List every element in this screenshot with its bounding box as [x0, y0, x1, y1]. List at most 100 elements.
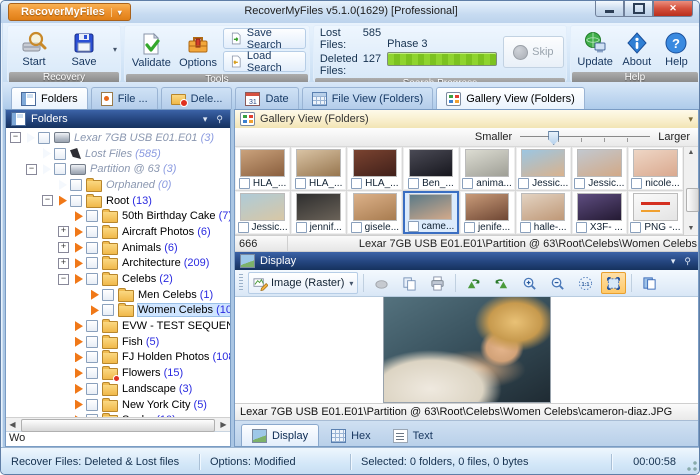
checkbox[interactable] [239, 178, 250, 189]
tree-item[interactable]: New York City (5) [6, 397, 230, 413]
checkbox[interactable] [520, 222, 531, 233]
tab-folders[interactable]: Folders [11, 87, 88, 109]
gallery-item[interactable]: Jessic... [516, 147, 571, 190]
tab-deleted[interactable]: Dele... [161, 87, 233, 109]
export-button[interactable] [369, 272, 394, 294]
help-button[interactable]: ? Help [657, 27, 696, 71]
tree-item[interactable]: Flowers (15) [6, 365, 230, 381]
expand-icon[interactable]: + [58, 226, 69, 237]
expand-icon[interactable]: + [58, 242, 69, 253]
scroll-up-icon[interactable]: ▲ [688, 147, 695, 159]
minimize-button[interactable] [595, 1, 624, 17]
thumbnail-size-slider[interactable] [520, 131, 650, 143]
gallery-item[interactable]: X3F- ... [572, 191, 627, 234]
fit-to-window-button[interactable] [601, 272, 626, 294]
save-button[interactable]: Save [57, 27, 111, 71]
tab-text[interactable]: Text [383, 425, 443, 446]
pin-icon[interactable]: ⚲ [682, 256, 693, 267]
tab-display[interactable]: Display [241, 424, 319, 446]
save-search-button[interactable]: Save Search [223, 28, 305, 49]
checkbox[interactable] [70, 179, 82, 191]
tree-item[interactable]: −Partition @ 63 (3) [6, 161, 230, 177]
gallery-item[interactable]: halle-... [516, 191, 571, 234]
copy-display-button[interactable] [637, 272, 662, 294]
checkbox[interactable] [86, 210, 98, 222]
gallery-item[interactable]: came... [403, 191, 458, 234]
checkbox[interactable] [86, 399, 98, 411]
checkbox[interactable] [86, 242, 98, 254]
skip-button[interactable]: Skip [503, 36, 563, 68]
chevron-down-icon[interactable]: ▾ [201, 114, 210, 125]
close-button[interactable]: ✕ [653, 1, 693, 17]
gallery-item[interactable]: Jessic... [235, 191, 290, 234]
checkbox[interactable] [86, 367, 98, 379]
slider-thumb[interactable] [548, 131, 559, 145]
tree-item[interactable]: Fish (5) [6, 334, 230, 350]
checkbox[interactable] [238, 222, 249, 233]
checkbox[interactable] [351, 178, 362, 189]
zoom-out-button[interactable] [545, 272, 570, 294]
checkbox[interactable] [576, 222, 587, 233]
gallery-vertical-scrollbar[interactable]: ▲ ▼ [683, 147, 698, 235]
resize-grip[interactable] [686, 460, 698, 472]
collapse-icon[interactable]: − [58, 274, 69, 285]
tree-item[interactable]: Men Celebs (1) [6, 287, 230, 303]
tree-item[interactable]: Lost Files (585) [6, 146, 230, 162]
tree-horizontal-scrollbar[interactable]: ◀ ▶ [6, 417, 230, 431]
checkbox[interactable] [351, 222, 362, 233]
load-search-button[interactable]: Load Search [223, 51, 305, 72]
tab-file-view[interactable]: File View (Folders) [302, 87, 434, 109]
scrollbar-thumb[interactable] [21, 419, 215, 432]
checkbox[interactable] [574, 178, 585, 189]
tab-hex[interactable]: Hex [321, 425, 381, 446]
actual-size-button[interactable]: 1:1 [573, 272, 598, 294]
checkbox[interactable] [86, 336, 98, 348]
expand-icon[interactable]: + [58, 258, 69, 269]
checkbox[interactable] [408, 178, 419, 189]
checkbox[interactable] [70, 195, 82, 207]
tab-file-type[interactable]: File ... [91, 87, 158, 109]
rotate-left-button[interactable] [461, 272, 486, 294]
checkbox[interactable] [86, 257, 98, 269]
start-button[interactable]: Start [11, 27, 57, 71]
copy-button[interactable] [397, 272, 422, 294]
checkbox[interactable] [54, 148, 66, 160]
checkbox[interactable] [102, 304, 114, 316]
tab-date[interactable]: Date [235, 87, 298, 109]
checkbox[interactable] [86, 351, 98, 363]
collapse-icon[interactable]: − [26, 164, 37, 175]
about-button[interactable]: About [616, 27, 657, 71]
gallery-item[interactable]: Ben_... [403, 147, 458, 190]
maximize-button[interactable] [624, 1, 653, 17]
tree-item[interactable]: +Architecture (209) [6, 256, 230, 272]
chevron-down-icon[interactable]: ▾ [688, 114, 693, 125]
format-dropdown[interactable]: Image (Raster) ▾ [248, 272, 358, 294]
checkbox[interactable] [102, 289, 114, 301]
scroll-left-icon[interactable]: ◀ [6, 420, 19, 429]
checkbox[interactable] [54, 163, 66, 175]
scrollbar-thumb[interactable] [686, 188, 699, 212]
update-button[interactable]: Update [574, 27, 617, 71]
gallery-item[interactable]: HLA_... [347, 147, 402, 190]
checkbox[interactable] [631, 178, 642, 189]
chevron-down-icon[interactable]: ▾ [669, 256, 678, 267]
gallery-item[interactable]: anima... [460, 147, 515, 190]
checkbox[interactable] [86, 320, 98, 332]
options-button[interactable]: Options [175, 28, 222, 72]
pin-icon[interactable]: ⚲ [214, 114, 225, 125]
gallery-item[interactable]: Jessic... [572, 147, 627, 190]
gallery-item[interactable]: HLA_... [235, 147, 290, 190]
tree-item[interactable]: −Root (13) [6, 193, 230, 209]
collapse-icon[interactable]: − [42, 195, 53, 206]
checkbox[interactable] [86, 383, 98, 395]
checkbox[interactable] [86, 226, 98, 238]
gallery-item[interactable]: HLA_... [291, 147, 346, 190]
checkbox[interactable] [462, 178, 473, 189]
checkbox[interactable] [38, 132, 50, 144]
checkbox[interactable] [86, 273, 98, 285]
gallery-item[interactable]: gisele... [347, 191, 402, 234]
zoom-in-button[interactable] [517, 272, 542, 294]
tree-item[interactable]: +Aircraft Photos (6) [6, 224, 230, 240]
checkbox[interactable] [630, 222, 641, 233]
tree-item[interactable]: EVW - TEST SEQUENCE ( [6, 318, 230, 334]
